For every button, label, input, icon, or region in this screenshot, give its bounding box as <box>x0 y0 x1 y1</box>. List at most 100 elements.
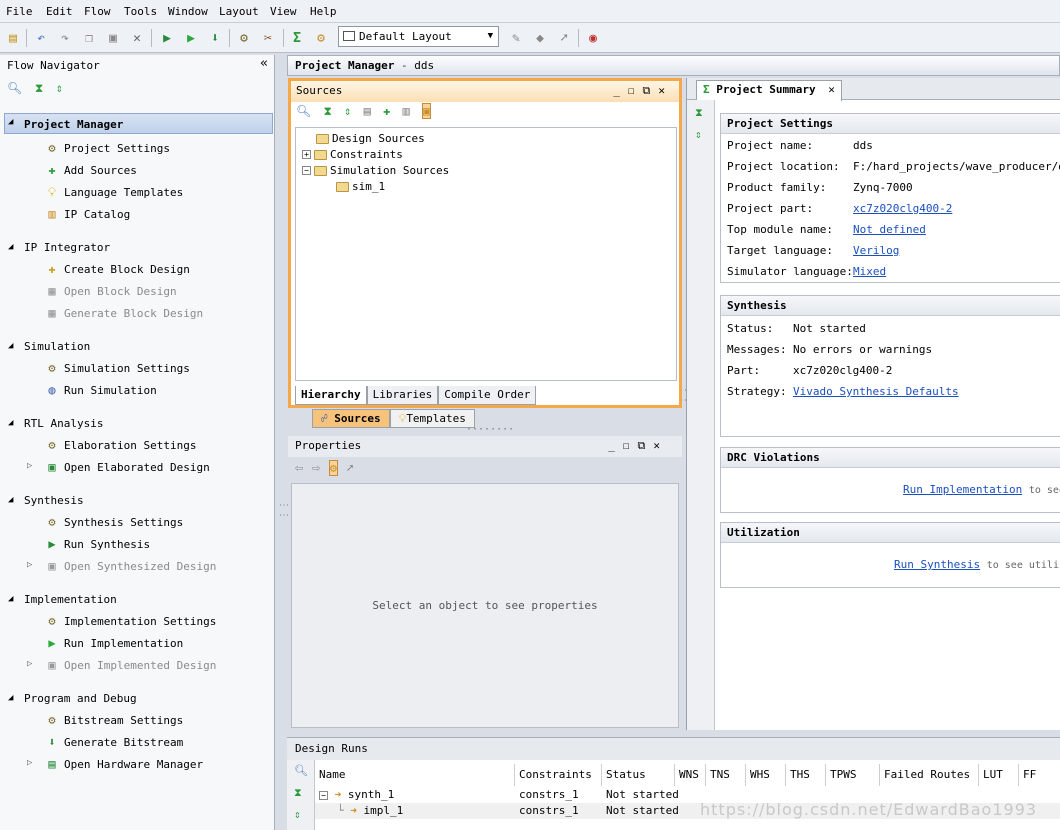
expand-arrow-icon[interactable]: ◢ <box>8 594 13 604</box>
column-header[interactable]: Status <box>602 764 675 786</box>
section-ip-integrator[interactable]: IP Integrator <box>24 241 110 254</box>
column-header[interactable]: Name <box>315 764 515 786</box>
close-icon[interactable]: ✕ <box>658 84 673 97</box>
help-icon[interactable]: ◉ <box>584 29 602 47</box>
tree-item-sim-1[interactable]: sim_1 <box>336 180 385 193</box>
menu-file[interactable]: File <box>6 5 33 18</box>
nav-bitstream-settings[interactable]: ⚙ Bitstream Settings <box>44 711 183 729</box>
sigma-icon[interactable]: Σ <box>288 29 306 47</box>
section-simulation[interactable]: Simulation <box>24 340 90 353</box>
column-header[interactable]: Failed Routes <box>880 764 979 786</box>
nav-run-implementation[interactable]: ▶ Run Implementation <box>44 634 183 652</box>
collapse-all-icon[interactable]: ⧗ <box>323 104 331 118</box>
redo-icon[interactable]: ↷ <box>56 29 74 47</box>
nav-open-synthesized-design[interactable]: ▣ Open Synthesized Design <box>44 557 216 575</box>
column-header[interactable]: THS <box>786 764 826 786</box>
synthesis-strategy-link[interactable]: Vivado Synthesis Defaults <box>793 385 959 398</box>
back-icon[interactable]: ⇦ <box>295 460 303 476</box>
run-implementation-link[interactable]: Run Implementation <box>903 483 1022 496</box>
expand-arrow-icon[interactable]: ◢ <box>8 242 13 252</box>
menu-help[interactable]: Help <box>310 5 337 18</box>
auto-update-icon[interactable]: ▣ <box>422 103 432 119</box>
expand-all-icon[interactable]: ⇕ <box>294 808 301 821</box>
section-implementation[interactable]: Implementation <box>24 593 117 606</box>
layout-select[interactable]: Default Layout ▼ <box>338 26 499 47</box>
copy-icon[interactable]: ❐ <box>80 29 98 47</box>
section-rtl-analysis[interactable]: RTL Analysis <box>24 417 103 430</box>
tab-hierarchy[interactable]: Hierarchy <box>295 386 367 405</box>
nav-elaboration-settings[interactable]: ⚙ Elaboration Settings <box>44 436 196 454</box>
expand-arrow-icon[interactable]: ◢ <box>8 418 13 428</box>
tree-item-design-sources[interactable]: Design Sources <box>316 132 425 145</box>
undo-icon[interactable]: ↶ <box>32 29 50 47</box>
expand-all-icon[interactable]: ⇕ <box>695 128 702 141</box>
nav-project-settings[interactable]: ⚙ Project Settings <box>44 139 170 157</box>
tab-libraries[interactable]: Libraries <box>366 386 439 405</box>
show-hierarchy-icon[interactable]: ▤ <box>364 104 371 118</box>
pointer-icon[interactable]: ➚ <box>555 29 573 47</box>
nav-add-sources[interactable]: ✚ Add Sources <box>44 161 136 179</box>
expand-arrow-icon[interactable]: ◢ <box>8 117 13 127</box>
nav-create-block-design[interactable]: ✚ Create Block Design <box>44 260 189 278</box>
nav-generate-block-design[interactable]: ▦ Generate Block Design <box>44 304 203 322</box>
section-synthesis[interactable]: Synthesis <box>24 494 84 507</box>
nav-open-implemented-design[interactable]: ▣ Open Implemented Design <box>44 656 216 674</box>
tab-project-summary[interactable]: Σ Project Summary ✕ <box>696 80 842 101</box>
column-header[interactable]: WNS <box>675 764 706 786</box>
expand-arrow-icon[interactable]: ◢ <box>8 693 13 703</box>
tab-templates[interactable]: 💡︎Templates <box>389 409 475 428</box>
auto-update-icon[interactable]: ⚙ <box>328 460 338 476</box>
splitter-handle[interactable]: ········ <box>466 424 514 435</box>
menu-window[interactable]: Window <box>168 5 208 18</box>
nav-open-hardware-manager[interactable]: ▤ Open Hardware Manager <box>44 755 203 773</box>
float-icon[interactable]: ⧉ <box>638 439 654 452</box>
run-synthesis-link[interactable]: Run Synthesis <box>894 558 980 571</box>
collapse-icon[interactable]: « <box>260 56 268 71</box>
run-all-icon[interactable]: ▶ <box>182 29 200 47</box>
tab-sources[interactable]: ☍ Sources <box>312 409 390 428</box>
collapse-icon[interactable]: − <box>302 166 311 175</box>
close-icon[interactable]: ✕ <box>653 439 668 452</box>
column-header[interactable]: WHS <box>746 764 786 786</box>
tools-icon[interactable]: ✂ <box>259 29 277 47</box>
project-part-link[interactable]: xc7z020clg400-2 <box>853 202 952 215</box>
expand-arrow-icon[interactable]: ▷ <box>27 560 32 570</box>
top-module-link[interactable]: Not defined <box>853 223 926 236</box>
tree-item-constraints[interactable]: + Constraints <box>302 148 403 161</box>
collapse-all-icon[interactable]: ⧗ <box>294 786 302 800</box>
expand-all-icon[interactable]: ⇕ <box>344 104 351 118</box>
diamond-icon[interactable]: ◆ <box>531 29 549 47</box>
marker-icon[interactable]: ✎ <box>507 29 525 47</box>
section-program-and-debug[interactable]: Program and Debug <box>24 692 137 705</box>
run-icon[interactable]: ▶ <box>158 29 176 47</box>
section-project-manager[interactable]: ◢ Project Manager <box>4 113 273 134</box>
minimize-icon[interactable]: _ <box>613 84 628 97</box>
expand-icon[interactable]: + <box>302 150 311 159</box>
paste-icon[interactable]: ▣ <box>104 29 122 47</box>
nav-simulation-settings[interactable]: ⚙ Simulation Settings <box>44 359 189 377</box>
nav-ip-catalog[interactable]: ▥ IP Catalog <box>44 205 130 223</box>
menu-view[interactable]: View <box>270 5 297 18</box>
expand-arrow-icon[interactable]: ▷ <box>27 461 32 471</box>
close-icon[interactable]: ✕ <box>828 83 835 96</box>
expand-arrow-icon[interactable]: ◢ <box>8 495 13 505</box>
generate-bitstream-icon[interactable]: ⬇ <box>206 29 224 47</box>
expand-all-icon[interactable]: ⇕ <box>56 81 63 95</box>
nav-implementation-settings[interactable]: ⚙ Implementation Settings <box>44 612 216 630</box>
pointer-icon[interactable]: ➚ <box>346 461 353 475</box>
column-header[interactable]: Constraints <box>515 764 602 786</box>
column-header[interactable]: TNS <box>706 764 746 786</box>
menu-flow[interactable]: Flow <box>84 5 111 18</box>
report-icon[interactable]: ⚙ <box>312 29 330 47</box>
simulator-language-link[interactable]: Mixed <box>853 265 886 278</box>
minimize-icon[interactable]: _ <box>608 439 623 452</box>
search-icon[interactable]: 🔍︎ <box>294 764 308 777</box>
tab-compile-order[interactable]: Compile Order <box>438 386 537 405</box>
nav-run-simulation[interactable]: ◍ Run Simulation <box>44 381 156 399</box>
delete-icon[interactable]: ✕ <box>128 29 146 47</box>
forward-icon[interactable]: ⇨ <box>312 460 320 476</box>
maximize-icon[interactable]: ☐ <box>628 84 643 97</box>
menu-tools[interactable]: Tools <box>124 5 157 18</box>
expand-arrow-icon[interactable]: ▷ <box>27 758 32 768</box>
nav-run-synthesis[interactable]: ▶ Run Synthesis <box>44 535 150 553</box>
